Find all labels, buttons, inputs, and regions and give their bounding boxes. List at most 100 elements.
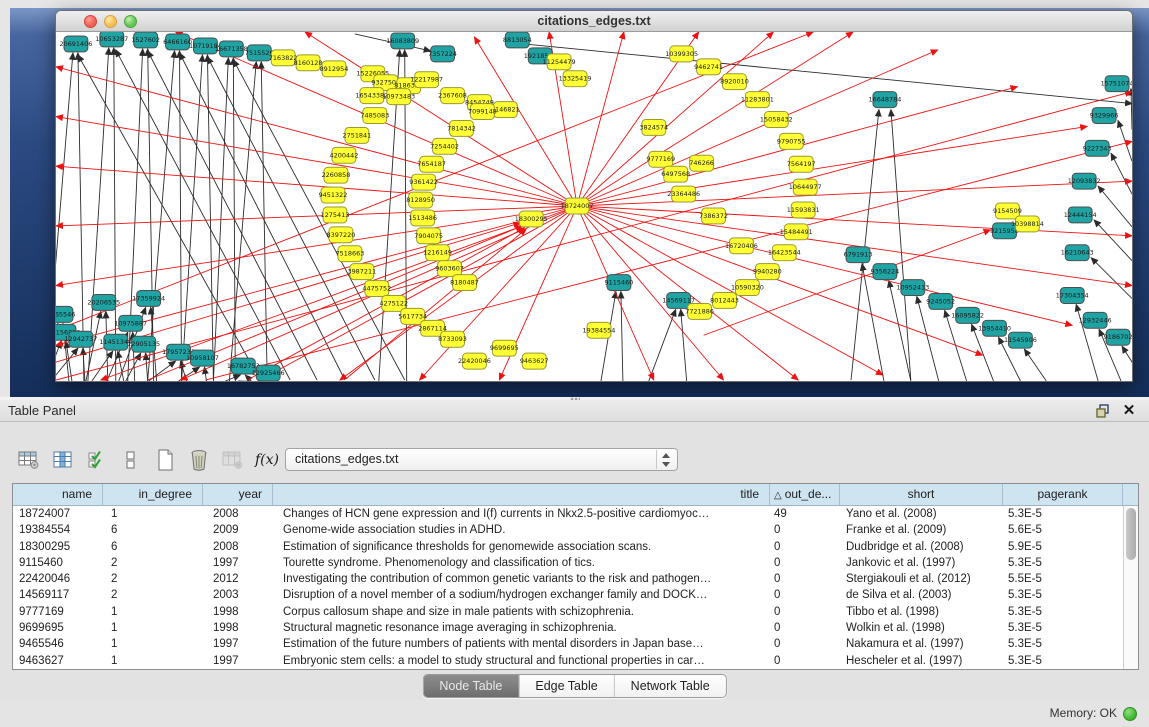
table-cell[interactable]: 2009 [203,522,273,538]
table-cell[interactable]: 9463627 [13,653,103,669]
table-cell[interactable]: 2008 [203,539,273,555]
table-cell[interactable]: 14569117 [13,587,103,603]
table-cell[interactable]: Estimation of significance thresholds fo… [273,539,770,555]
scrollbar-thumb[interactable] [1126,508,1136,560]
table-cell[interactable]: Tourette syndrome. Phenomenology and cla… [273,555,770,571]
table-cell[interactable]: 5.9E-5 [1003,539,1123,555]
table-row[interactable]: 1830029562008Estimation of significance … [13,539,1123,555]
table-cell[interactable]: 5.3E-5 [1003,506,1123,522]
network-table-select[interactable]: citations_edges.txt [285,448,678,471]
table-row[interactable]: 977716911998Corpus callosum shape and si… [13,604,1123,620]
table-cell[interactable]: 18300295 [13,539,103,555]
table-cell[interactable]: Stergiakouli et al. (2012) [840,571,1003,587]
table-cell[interactable]: Estimation of the future numbers of pati… [273,636,770,652]
table-cell[interactable]: 6 [103,539,203,555]
column-header-title[interactable]: title [273,484,770,505]
table-cell[interactable]: Corpus callosum shape and size in male p… [273,604,770,620]
float-window-icon[interactable] [1095,403,1111,419]
table-cell[interactable]: Franke et al. (2009) [840,522,1003,538]
table-cell[interactable]: 0 [770,539,840,555]
table-cell[interactable]: 9699695 [13,620,103,636]
table-cell[interactable]: Nakamura et al. (1997) [840,636,1003,652]
minimize-traffic-light-icon[interactable] [104,15,117,28]
table-row[interactable]: 2242004622012Investigating the contribut… [13,571,1123,587]
table-cell[interactable]: 0 [770,620,840,636]
table-row[interactable]: 1872400712008Changes of HCN gene express… [13,506,1123,522]
table-cell[interactable]: 9465546 [13,636,103,652]
table-row[interactable]: 946554611997Estimation of the future num… [13,636,1123,652]
table-cell[interactable]: 5.3E-5 [1003,653,1123,669]
table-cell[interactable]: 2 [103,571,203,587]
network-svg[interactable]: 2069140610653287152760264661601071918416… [56,32,1132,381]
table-cell[interactable]: 0 [770,555,840,571]
table-cell[interactable]: 2008 [203,506,273,522]
table-cell[interactable]: 2012 [203,571,273,587]
table-cell[interactable]: 1997 [203,555,273,571]
table-row[interactable]: 946362711997Embryonic stem cells: a mode… [13,653,1123,669]
table-cell[interactable]: 2 [103,587,203,603]
table-cell[interactable]: Tibbo et al. (1998) [840,604,1003,620]
table-cell[interactable]: 1 [103,620,203,636]
table-cell[interactable]: de Silva et al. (2003) [840,587,1003,603]
table-cell[interactable]: Hescheler et al. (1997) [840,653,1003,669]
show-column-button[interactable] [48,446,78,474]
table-cell[interactable]: 0 [770,522,840,538]
table-cell[interactable]: 0 [770,571,840,587]
table-cell[interactable]: 49 [770,506,840,522]
zoom-traffic-light-icon[interactable] [124,15,137,28]
network-window-titlebar[interactable]: citations_edges.txt [56,11,1132,32]
table-cell[interactable]: 1997 [203,653,273,669]
select-rows-button[interactable] [82,446,112,474]
table-settings-button[interactable] [14,446,44,474]
table-row[interactable]: 969969511998Structural magnetic resonanc… [13,620,1123,636]
table-vertical-scrollbar[interactable] [1123,506,1138,669]
table-cell[interactable]: 0 [770,653,840,669]
table-cell[interactable]: Disruption of a novel member of a sodium… [273,587,770,603]
table-cell[interactable]: 1 [103,506,203,522]
new-document-button[interactable] [150,446,180,474]
table-cell[interactable]: Yano et al. (2008) [840,506,1003,522]
row-height-button[interactable] [116,446,146,474]
table-cell[interactable]: 9777169 [13,604,103,620]
table-cell[interactable]: 1997 [203,636,273,652]
close-traffic-light-icon[interactable] [84,15,97,28]
table-cell[interactable]: Jankovic et al. (1997) [840,555,1003,571]
table-row[interactable]: 1456911722003Disruption of a novel membe… [13,587,1123,603]
column-header-in-degree[interactable]: in_degree [103,484,203,505]
tab-edge-table[interactable]: Edge Table [519,675,614,697]
table-cell[interactable]: 5.3E-5 [1003,587,1123,603]
delete-trash-button[interactable] [184,446,214,474]
table-cell[interactable]: Wolkin et al. (1998) [840,620,1003,636]
table-cell[interactable]: 9115460 [13,555,103,571]
column-header-pagerank[interactable]: pagerank [1003,484,1123,505]
column-header-year[interactable]: year [203,484,273,505]
table-cell[interactable]: 1 [103,604,203,620]
table-cell[interactable]: 22420046 [13,571,103,587]
table-cell[interactable]: 5.3E-5 [1003,604,1123,620]
table-cell[interactable]: Changes of HCN gene expression and I(f) … [273,506,770,522]
table-cell[interactable]: Structural magnetic resonance image aver… [273,620,770,636]
table-cell[interactable]: 19384554 [13,522,103,538]
table-cell[interactable]: Dudbridge et al. (2008) [840,539,1003,555]
column-header-short[interactable]: short [840,484,1003,505]
delete-table-button[interactable] [218,446,248,474]
tab-network-table[interactable]: Network Table [615,675,726,697]
column-header-name[interactable]: name [13,484,103,505]
function-builder-button[interactable]: f(x) [252,446,282,474]
table-cell[interactable]: 0 [770,636,840,652]
table-cell[interactable]: 2 [103,555,203,571]
table-cell[interactable]: 1 [103,653,203,669]
table-cell[interactable]: 2003 [203,587,273,603]
close-panel-icon[interactable]: ✕ [1121,401,1137,421]
table-cell[interactable]: 5.6E-5 [1003,522,1123,538]
table-cell[interactable]: 1 [103,636,203,652]
tab-node-table[interactable]: Node Table [423,675,519,697]
table-cell[interactable]: 1998 [203,604,273,620]
table-cell[interactable]: 5.5E-5 [1003,571,1123,587]
column-header-out-degree[interactable]: △out_de... [770,484,840,505]
network-window[interactable]: citations_edges.txt 20691406106532871527… [55,10,1133,382]
memory-ok-indicator[interactable] [1123,707,1137,721]
network-canvas[interactable]: 2069140610653287152760264661601071918416… [56,32,1132,381]
table-cell[interactable]: 6 [103,522,203,538]
table-cell[interactable]: 0 [770,587,840,603]
